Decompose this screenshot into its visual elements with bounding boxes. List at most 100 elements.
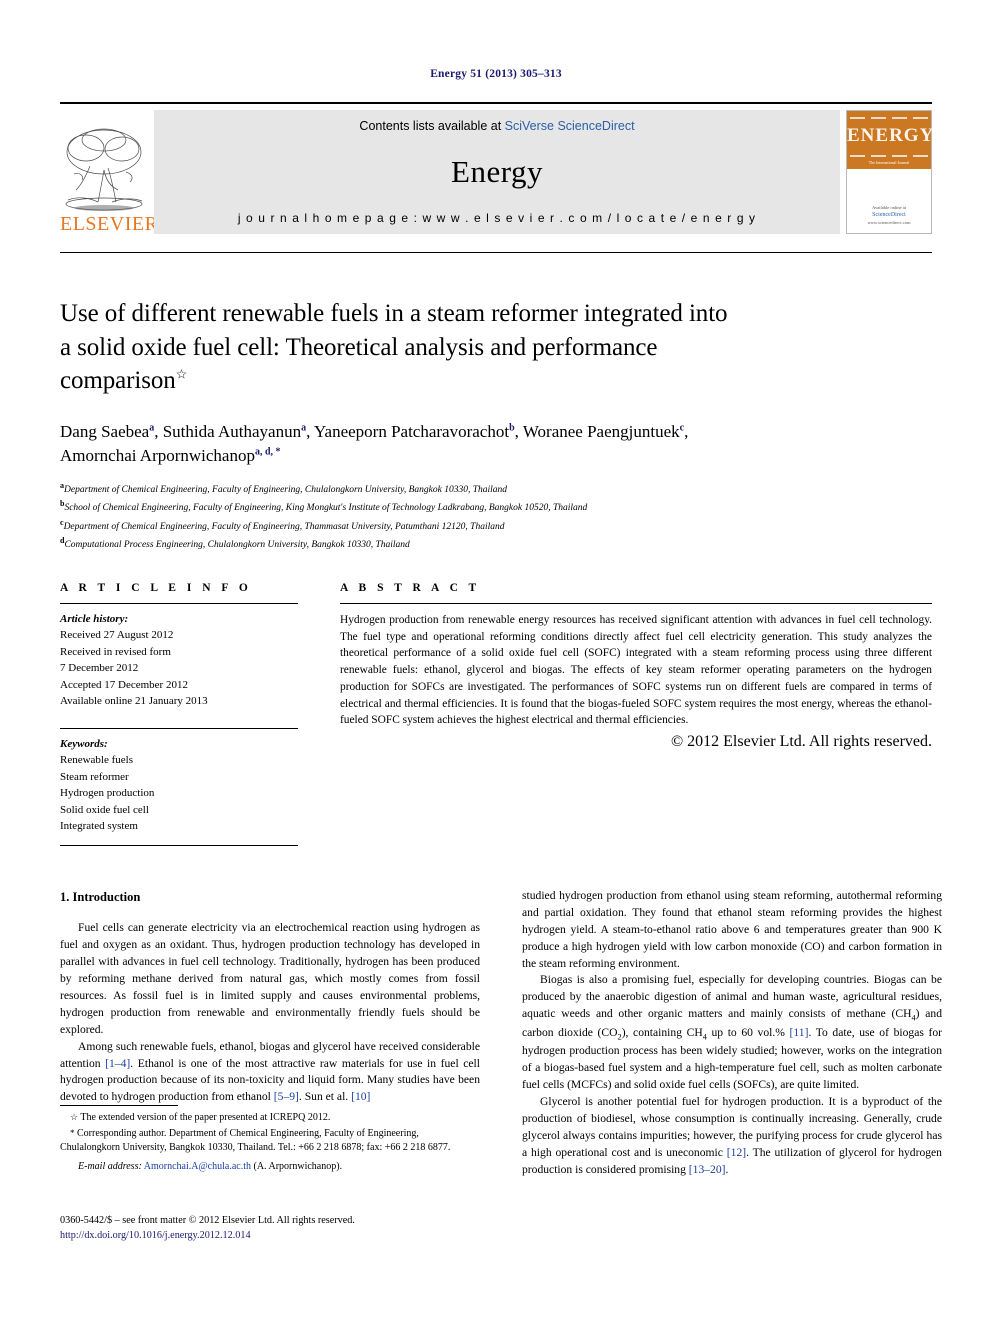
- running-head: Energy 51 (2013) 305–313: [430, 68, 562, 80]
- title-line-1: Use of different renewable fuels in a st…: [60, 300, 728, 327]
- cover-bars-top: [850, 117, 928, 119]
- page-title: Use of different renewable fuels in a st…: [60, 297, 932, 398]
- paper-page: Energy 51 (2013) 305–313 ELSEVIER Conten…: [0, 0, 992, 1323]
- journal-title: Energy: [451, 154, 543, 189]
- paragraph: Glycerol is another potential fuel for h…: [522, 1095, 942, 1176]
- journal-homepage: j o u r n a l h o m e p a g e : w w w . …: [237, 211, 757, 225]
- affiliation-item: dComputational Process Engineering, Chul…: [60, 535, 932, 554]
- journal-banner: ELSEVIER Contents lists available at Sci…: [60, 102, 935, 235]
- cover-footer-link: ScienceDirect: [872, 212, 906, 219]
- keywords-label: Keywords:: [60, 737, 108, 750]
- affiliation-text: Computational Process Engineering, Chula…: [64, 540, 410, 551]
- sciencedirect-link[interactable]: SciVerse ScienceDirect: [505, 119, 635, 133]
- journal-cover-thumbnail: ENERGY The International Journal Availab…: [846, 110, 935, 234]
- affiliation-item: bSchool of Chemical Engineering, Faculty…: [60, 498, 932, 517]
- paragraph: studied hydrogen production from ethanol…: [522, 888, 942, 970]
- keyword-item: Integrated system: [60, 820, 138, 833]
- citation-link[interactable]: [13–20]: [689, 1163, 726, 1176]
- footnote-corresponding-text: Corresponding author. Department of Chem…: [60, 1128, 451, 1154]
- citation-link[interactable]: [12]: [727, 1146, 746, 1159]
- author-name: Amornchai Arpornwichanop: [60, 445, 255, 465]
- keyword-item: Solid oxide fuel cell: [60, 803, 149, 816]
- footnote-star: ☆ The extended version of the paper pres…: [60, 1111, 480, 1125]
- author-list: Dang Saebeaa, Suthida Authayanuna, Yanee…: [60, 420, 932, 468]
- article-history-label: Article history:: [60, 612, 129, 625]
- cover-masthead-band: ENERGY The International Journal: [847, 111, 935, 169]
- author-item: Dang Saebeaa,: [60, 421, 163, 441]
- affiliation-text: Department of Chemical Engineering, Facu…: [64, 484, 508, 495]
- affiliation-list: aDepartment of Chemical Engineering, Fac…: [60, 480, 932, 554]
- footnote-star-marker: ☆: [70, 1112, 79, 1122]
- citation-link[interactable]: [1–4]: [105, 1057, 130, 1070]
- citation-link[interactable]: [5–9]: [274, 1090, 299, 1103]
- imprint-block: 0360-5442/$ – see front matter © 2012 El…: [60, 1213, 490, 1244]
- email-label: E-mail address:: [78, 1160, 142, 1172]
- keywords-block: Keywords: Renewable fuels Steam reformer…: [60, 727, 298, 846]
- history-item: Received 27 August 2012: [60, 629, 174, 642]
- elsevier-logo: ELSEVIER: [60, 110, 159, 235]
- abstract-copyright: © 2012 Elsevier Ltd. All rights reserved…: [671, 733, 932, 751]
- abstract-column: A B S T R A C T Hydrogen production from…: [340, 582, 932, 846]
- footnote-asterisk-marker: *: [70, 1128, 75, 1139]
- issn-copyright-line: 0360-5442/$ – see front matter © 2012 El…: [60, 1215, 355, 1226]
- keyword-item: Renewable fuels: [60, 754, 133, 767]
- body-column-right: studied hydrogen production from ethanol…: [522, 888, 942, 1179]
- footnotes-block: ☆ The extended version of the paper pres…: [60, 1105, 480, 1174]
- title-block: Use of different renewable fuels in a st…: [60, 252, 932, 554]
- email-link[interactable]: Amornchai.A@chula.ac.th: [144, 1161, 251, 1172]
- author-item: Suthida Authayanuna,: [162, 421, 314, 441]
- affiliation-item: cDepartment of Chemical Engineering, Fac…: [60, 517, 932, 536]
- article-history: Article history: Received 27 August 2012…: [60, 604, 298, 710]
- banner-center: Contents lists available at SciVerse Sci…: [154, 110, 840, 234]
- citation-link[interactable]: [11]: [790, 1026, 809, 1039]
- author-item: Yaneeporn Patcharavorachotb,: [313, 421, 523, 441]
- keyword-item: Steam reformer: [60, 770, 129, 783]
- affiliation-item: aDepartment of Chemical Engineering, Fac…: [60, 480, 932, 499]
- footnote-rule: [60, 1105, 178, 1106]
- section-heading-introduction: 1. Introduction: [60, 889, 141, 904]
- affiliation-text: School of Chemical Engineering, Faculty …: [64, 503, 588, 514]
- cover-footer-line1: Available online at: [872, 204, 906, 210]
- history-item: Received in revised form: [60, 645, 171, 658]
- keywords-rule-bottom: [60, 844, 298, 846]
- info-abstract-region: A R T I C L E I N F O Article history: R…: [60, 582, 932, 846]
- paragraph: Fuel cells can generate electricity via …: [60, 921, 480, 1036]
- title-line-2: a solid oxide fuel cell: Theoretical ana…: [60, 333, 658, 361]
- elsevier-tree-icon: [60, 122, 148, 214]
- cover-subtitle: The International Journal: [868, 160, 910, 165]
- cover-footer: Available online at ScienceDirect www.sc…: [847, 205, 931, 228]
- author-item: Amornchai Arpornwichanopa, d, *: [60, 446, 281, 465]
- cover-bars-bottom: [850, 155, 928, 157]
- author-affil-marker: a, d, *: [254, 445, 281, 457]
- doi-link[interactable]: http://dx.doi.org/10.1016/j.energy.2012.…: [60, 1230, 251, 1241]
- author-name: Dang Saebea: [60, 421, 150, 441]
- title-line-3: comparison: [60, 367, 176, 394]
- paragraph: Among such renewable fuels, ethanol, bio…: [60, 1039, 480, 1104]
- affiliation-text: Department of Chemical Engineering, Facu…: [63, 521, 505, 532]
- article-info-column: A R T I C L E I N F O Article history: R…: [60, 582, 298, 846]
- paragraph: Biogas is also a promising fuel, especia…: [522, 973, 943, 1092]
- citation-link[interactable]: [10]: [351, 1090, 370, 1103]
- keyword-item: Hydrogen production: [60, 787, 155, 800]
- author-item: Woranee Paengjuntuekc,: [522, 421, 689, 441]
- author-name: Suthida Authayanun: [162, 421, 302, 441]
- abstract-text: Hydrogen production from renewable energ…: [340, 613, 932, 727]
- cover-footer-line2: www.sciencedirect.com: [867, 220, 911, 226]
- author-name: Yaneeporn Patcharavorachot: [313, 421, 510, 441]
- contents-prefix: Contents lists available at: [359, 119, 505, 133]
- cover-body: Available online at ScienceDirect www.sc…: [847, 169, 931, 233]
- footnote-corresponding-author: * Corresponding author. Department of Ch…: [60, 1127, 480, 1155]
- email-owner: (A. Arpornwichanop).: [253, 1160, 343, 1172]
- elsevier-wordmark: ELSEVIER: [60, 213, 159, 235]
- abstract-heading: A B S T R A C T: [340, 581, 481, 594]
- contents-line: Contents lists available at SciVerse Sci…: [359, 119, 634, 133]
- title-footnote-marker: ☆: [175, 366, 188, 382]
- article-info-heading: A R T I C L E I N F O: [60, 581, 252, 594]
- footnote-email: E-mail address: Amornchai.A@chula.ac.th …: [60, 1160, 480, 1174]
- history-item: Accepted 17 December 2012: [60, 678, 188, 691]
- cover-title: ENERGY: [847, 125, 935, 146]
- history-item: 7 December 2012: [60, 662, 139, 675]
- history-item: Available online 21 January 2013: [60, 695, 208, 708]
- footnote-star-text: The extended version of the paper presen…: [80, 1112, 331, 1123]
- author-name: Woranee Paengjuntuek: [522, 421, 680, 441]
